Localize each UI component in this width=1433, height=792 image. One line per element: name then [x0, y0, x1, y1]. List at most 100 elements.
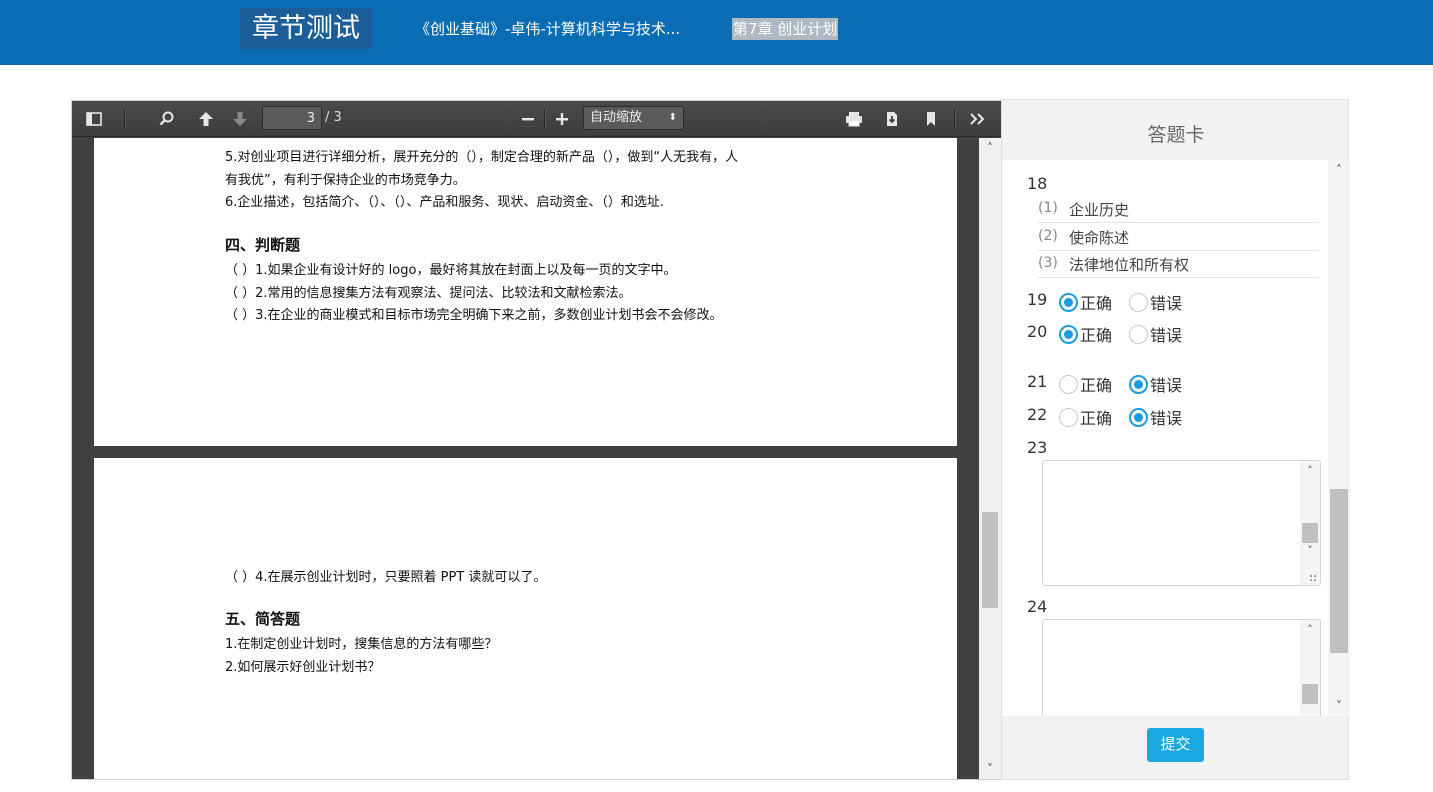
answer-card-body[interactable]: 18 (1) 企业历史 (2) 使命陈述 (3) 法律地位和所有权 19 正确 … [1002, 160, 1328, 716]
pdf-scrollbar[interactable]: ˄ ˅ [979, 138, 1001, 779]
section-heading: 四、判断题 [225, 236, 301, 254]
radio-circle [1059, 292, 1078, 312]
radio-label: 错误 [1150, 376, 1183, 395]
top-header-bar: 章节测试 《创业基础》-卓伟-计算机科学与技术... 第7章 创业计划 [0, 0, 1433, 65]
textarea-scrollbar[interactable]: ˄ ˅ [1300, 461, 1320, 585]
answer-card-title: 答题卡 [1147, 124, 1205, 146]
question-number: 22 [1027, 405, 1048, 424]
fill-blank-answer[interactable]: (1) 企业历史 [1038, 196, 1319, 223]
download-icon[interactable] [880, 107, 904, 131]
radio-true[interactable]: 正确 [1059, 372, 1112, 396]
select-arrows-icon: ⬍ [668, 112, 677, 123]
pdf-text-line: （ ）1.如果企业有设计好的 logo，最好将其放在封面上以及每一页的文字中。 [225, 263, 677, 278]
scrollbar-thumb[interactable] [1302, 523, 1318, 543]
radio-label: 正确 [1080, 409, 1113, 428]
answer-card: 答题卡 18 (1) 企业历史 (2) 使命陈述 (3) 法律地位和所有权 19… [1001, 99, 1350, 780]
zoom-select[interactable]: 自动缩放 ⬍ [583, 106, 684, 130]
fill-blank-answer[interactable]: (3) 法律地位和所有权 [1038, 251, 1319, 278]
sidebar-toggle-icon[interactable] [82, 107, 106, 131]
pdf-text-line: 1.在制定创业计划时，搜集信息的方法有哪些？ [225, 637, 498, 652]
question-number: 24 [1027, 597, 1048, 616]
scrollbar-thumb[interactable] [1330, 489, 1348, 653]
app-title: 章节测试 [240, 8, 372, 49]
scroll-down-icon[interactable]: ˅ [1328, 696, 1350, 716]
pdf-page: （ ）4.在展示创业计划时，只要照着 PPT 读就可以了。 五、简答题 1.在制… [94, 458, 957, 779]
scroll-down-icon[interactable]: ˅ [979, 759, 1001, 779]
tools-menu-icon[interactable] [966, 107, 990, 131]
resize-handle-icon[interactable] [1309, 574, 1317, 582]
radio-label: 错误 [1150, 326, 1183, 345]
scroll-down-icon[interactable]: ˅ [1300, 541, 1320, 561]
radio-circle [1129, 324, 1148, 344]
toolbar-divider [124, 109, 125, 129]
radio-circle [1059, 374, 1078, 394]
radio-label: 错误 [1150, 409, 1183, 428]
pdf-text-line: 6.企业描述，包括简介、（）、（）、产品和服务、现状、启动资金、（）和选址. [225, 195, 665, 210]
radio-circle [1129, 407, 1148, 427]
blank-index: (3) [1038, 255, 1058, 271]
blank-value: 法律地位和所有权 [1069, 256, 1190, 274]
answer-textarea[interactable]: ˄ [1042, 619, 1321, 716]
scroll-up-icon[interactable]: ˄ [1300, 461, 1320, 481]
pdf-toolbar: / 3 自动缩放 ⬍ [72, 101, 1001, 137]
radio-label: 正确 [1080, 376, 1113, 395]
pdf-text-line: （ ）2.常用的信息搜集方法有观察法、提问法、比较法和文献检索法。 [225, 286, 632, 301]
pdf-text-line: 2.如何展示好创业计划书？ [225, 660, 381, 675]
question-number: 18 [1027, 174, 1048, 193]
print-icon[interactable] [842, 107, 866, 131]
pdf-document-area[interactable]: 5.对创业项目进行详细分析，展开充分的（），制定合理的新产品（），做到“人无我有… [72, 138, 1001, 779]
zoom-in-icon[interactable] [550, 107, 574, 131]
course-title[interactable]: 《创业基础》-卓伟-计算机科学与技术... [415, 18, 680, 40]
blank-value: 使命陈述 [1069, 229, 1130, 247]
radio-circle [1059, 324, 1078, 344]
zoom-out-icon[interactable] [516, 107, 540, 131]
scrollbar-thumb[interactable] [982, 512, 998, 608]
question-number: 21 [1027, 372, 1048, 391]
page-number-input[interactable] [262, 106, 322, 130]
toolbar-divider [544, 109, 545, 129]
question-number: 20 [1027, 322, 1048, 341]
pdf-page: 5.对创业项目进行详细分析，展开充分的（），制定合理的新产品（），做到“人无我有… [94, 138, 957, 446]
radio-circle [1129, 292, 1148, 312]
answer-card-scrollbar[interactable]: ˄ ˅ [1328, 160, 1350, 716]
pdf-text-line: （ ）3.在企业的商业模式和目标市场完全明确下来之前，多数创业计划书会不会修改。 [225, 308, 723, 323]
radio-true[interactable]: 正确 [1059, 322, 1112, 346]
next-page-icon[interactable] [228, 107, 252, 131]
section-heading: 五、简答题 [225, 610, 301, 628]
question-number: 23 [1027, 438, 1048, 457]
radio-true[interactable]: 正确 [1059, 290, 1112, 314]
toolbar-divider [954, 109, 955, 129]
blank-index: (2) [1038, 228, 1058, 244]
scroll-up-icon[interactable]: ˄ [1328, 160, 1350, 180]
question-number: 19 [1027, 290, 1048, 309]
bookmark-icon[interactable] [919, 107, 943, 131]
radio-circle [1129, 374, 1148, 394]
answer-textarea[interactable]: ˄ ˅ [1042, 460, 1321, 586]
radio-label: 正确 [1080, 326, 1113, 345]
scroll-up-icon[interactable]: ˄ [1300, 620, 1320, 640]
radio-false[interactable]: 错误 [1129, 372, 1182, 396]
radio-false[interactable]: 错误 [1129, 405, 1182, 429]
radio-false[interactable]: 错误 [1129, 290, 1182, 314]
blank-value: 企业历史 [1069, 201, 1130, 219]
blank-index: (1) [1038, 200, 1058, 216]
textarea-scrollbar[interactable]: ˄ [1300, 620, 1320, 716]
radio-label: 正确 [1080, 294, 1113, 313]
scrollbar-thumb[interactable] [1302, 684, 1318, 704]
previous-page-icon[interactable] [194, 107, 218, 131]
chapter-title[interactable]: 第7章 创业计划 [732, 18, 839, 40]
radio-circle [1059, 407, 1078, 427]
page-count: / 3 [325, 110, 342, 125]
fill-blank-answer[interactable]: (2) 使命陈述 [1038, 224, 1319, 251]
pdf-text-line: （ ）4.在展示创业计划时，只要照着 PPT 读就可以了。 [225, 570, 547, 585]
radio-false[interactable]: 错误 [1129, 322, 1182, 346]
radio-true[interactable]: 正确 [1059, 405, 1112, 429]
pdf-text-line: 5.对创业项目进行详细分析，展开充分的（），制定合理的新产品（），做到“人无我有… [225, 150, 739, 165]
radio-label: 错误 [1150, 294, 1183, 313]
zoom-select-value: 自动缩放 [590, 110, 643, 125]
scroll-up-icon[interactable]: ˄ [979, 138, 1001, 158]
pdf-text-line: 有我优”，有利于保持企业的市场竞争力。 [225, 173, 466, 188]
submit-button[interactable]: 提交 [1147, 728, 1204, 762]
pdf-viewer: / 3 自动缩放 ⬍ 5.对创业项目进行详细分析，展开充分的（），制定合理的新产… [71, 100, 1002, 780]
search-icon[interactable] [155, 107, 179, 131]
